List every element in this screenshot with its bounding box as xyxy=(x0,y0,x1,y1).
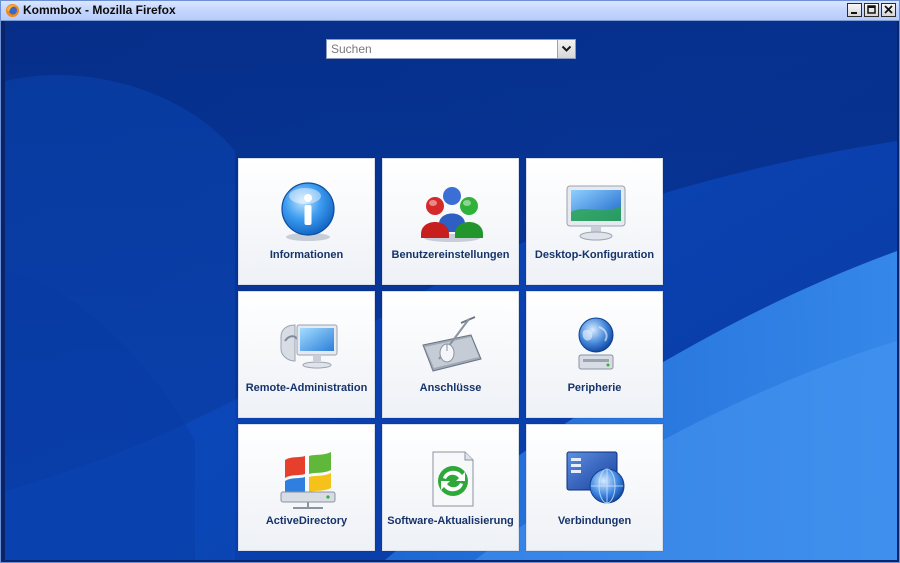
firefox-icon xyxy=(5,3,20,18)
tile-informationen[interactable]: Informationen xyxy=(238,158,375,285)
browser-window: Kommbox - Mozilla Firefox Suchen Informa… xyxy=(0,0,900,563)
tile-label: ActiveDirectory xyxy=(265,515,348,527)
tile-label: Remote-Administration xyxy=(245,382,368,394)
tile-desktop-konfiguration[interactable]: Desktop-Konfiguration xyxy=(526,158,663,285)
tile-label: Informationen xyxy=(269,249,344,261)
search-dropdown-button[interactable] xyxy=(557,40,575,58)
minimize-icon xyxy=(851,12,857,14)
title-bar[interactable]: Kommbox - Mozilla Firefox xyxy=(1,1,899,21)
tile-activedirectory[interactable]: ActiveDirectory xyxy=(238,424,375,551)
tile-label: Anschlüsse xyxy=(419,382,482,394)
minimize-button[interactable] xyxy=(847,3,862,17)
tile-label: Verbindungen xyxy=(557,515,632,527)
monitor-icon xyxy=(566,185,626,241)
tile-label: Software-Aktualisierung xyxy=(387,515,514,527)
close-icon xyxy=(884,5,893,14)
users-icon xyxy=(421,187,483,242)
mouse-pad-icon xyxy=(422,316,482,372)
window-title: Kommbox - Mozilla Firefox xyxy=(23,3,176,17)
tile-grid: Informationen Benutzereinstellungen Desk… xyxy=(238,158,663,551)
maximize-button[interactable] xyxy=(864,3,879,17)
tile-remote-administration[interactable]: Remote-Administration xyxy=(238,291,375,418)
tile-software-aktualisierung[interactable]: Software-Aktualisierung xyxy=(382,424,519,551)
tile-peripherie[interactable]: Peripherie xyxy=(526,291,663,418)
windows-server-icon xyxy=(280,452,336,509)
update-icon xyxy=(432,451,474,507)
globe-drive-icon xyxy=(578,317,614,370)
network-globe-icon xyxy=(566,451,625,504)
tile-verbindungen[interactable]: Verbindungen xyxy=(526,424,663,551)
close-button[interactable] xyxy=(881,3,896,17)
tile-label: Peripherie xyxy=(567,382,622,394)
tile-label: Benutzereinstellungen xyxy=(391,249,510,261)
tile-anschluesse[interactable]: Anschlüsse xyxy=(382,291,519,418)
chevron-down-icon xyxy=(561,45,572,52)
search-input[interactable] xyxy=(329,41,557,57)
remote-admin-icon xyxy=(280,324,338,369)
maximize-icon xyxy=(867,5,876,14)
info-icon xyxy=(281,182,335,241)
search-select[interactable] xyxy=(326,39,576,59)
page-content: Informationen Benutzereinstellungen xyxy=(5,21,897,560)
tile-benutzereinstellungen[interactable]: Benutzereinstellungen xyxy=(382,158,519,285)
tile-label: Desktop-Konfiguration xyxy=(534,249,655,261)
